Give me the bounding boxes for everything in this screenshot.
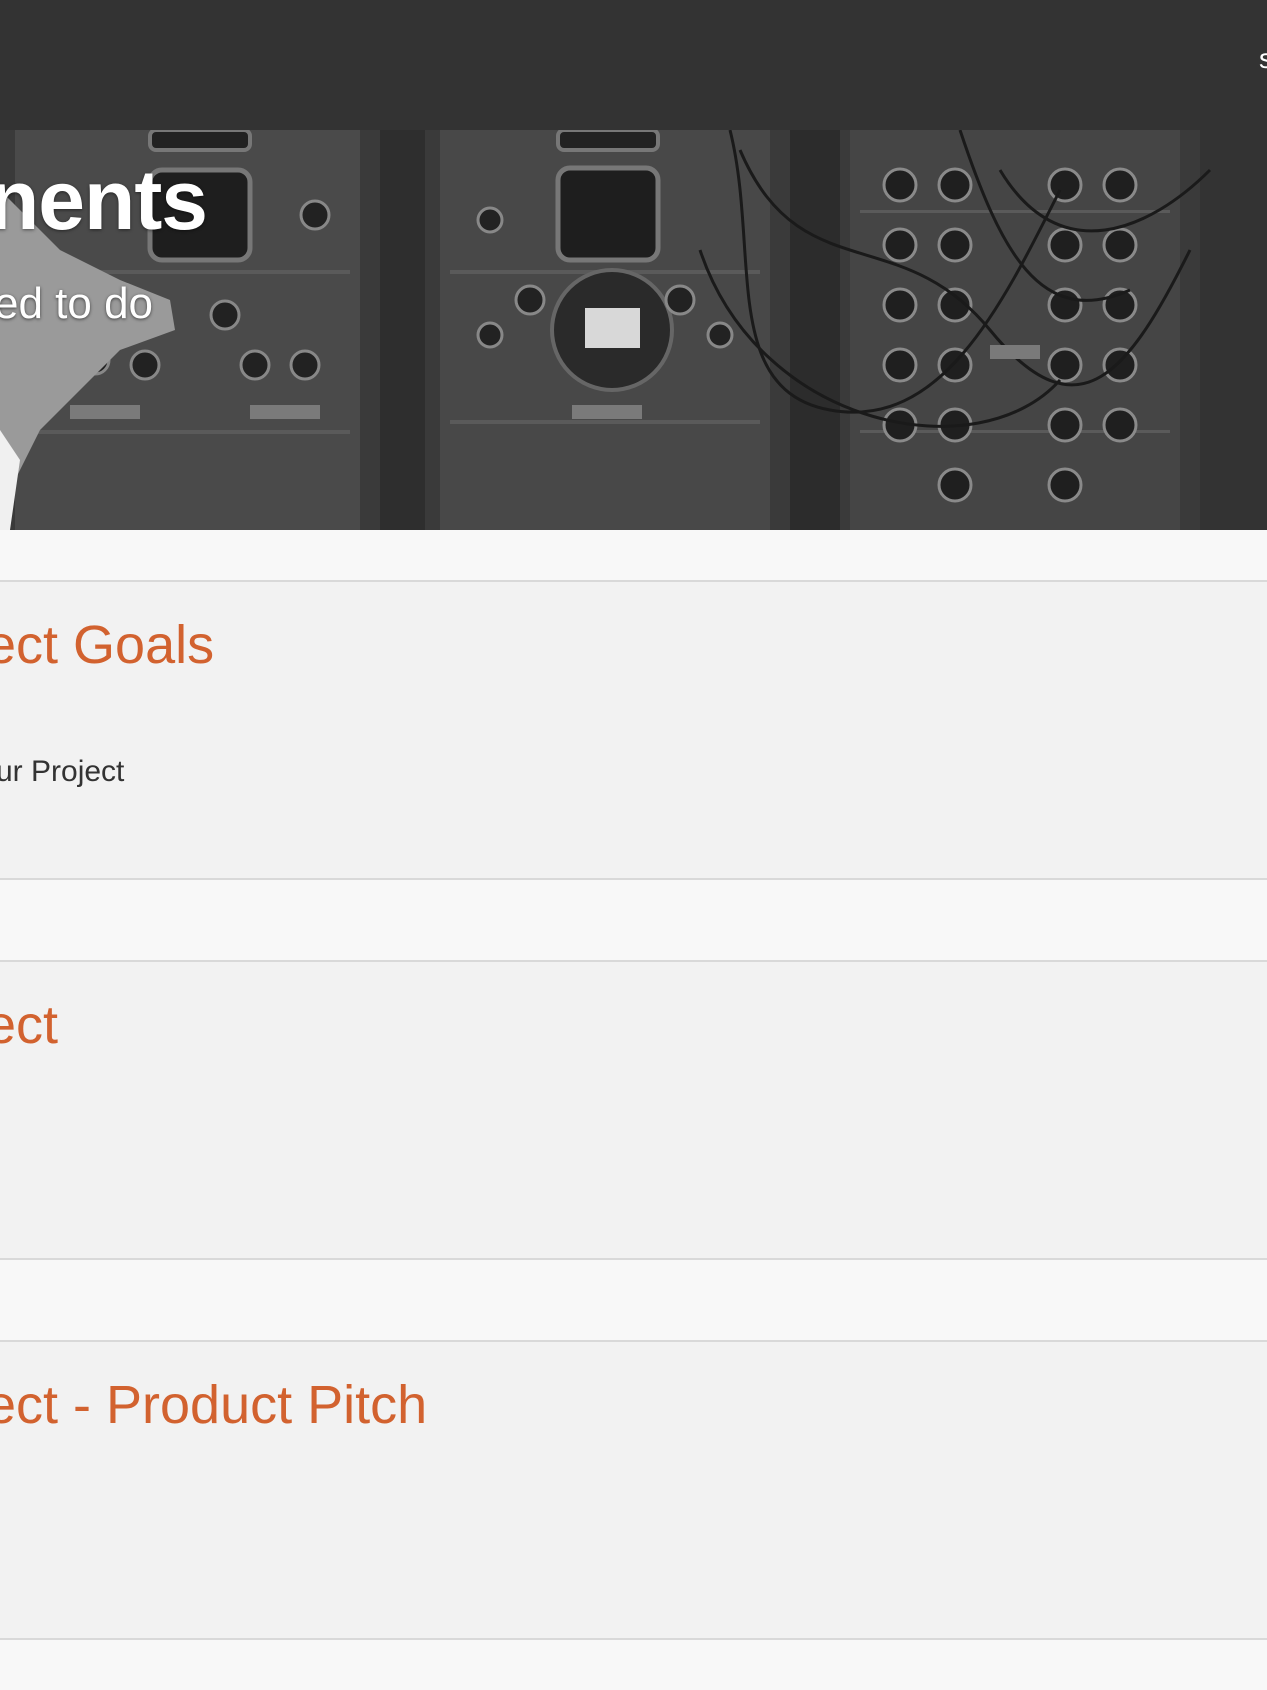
assignment-description: ur Project: [0, 755, 125, 788]
hero-subtitle: ed to do: [0, 279, 154, 328]
section-spacer: [0, 880, 1267, 962]
section-spacer: [0, 530, 1267, 582]
section-spacer: [0, 1640, 1267, 1690]
hero-banner: nents ed to do: [0, 130, 1267, 530]
assignment-title[interactable]: ect Goals: [0, 618, 214, 672]
assignment-card[interactable]: ect Goals ur Project: [0, 582, 1267, 880]
assignment-title[interactable]: ect - Product Pitch: [0, 1378, 427, 1432]
assignment-card[interactable]: ect: [0, 962, 1267, 1260]
nav-link-partial[interactable]: s: [1259, 44, 1267, 74]
assignment-card[interactable]: ect - Product Pitch: [0, 1342, 1267, 1640]
section-spacer: [0, 1260, 1267, 1342]
assignment-title[interactable]: ect: [0, 998, 58, 1052]
hero-title: nents: [0, 153, 208, 247]
top-navigation-bar: s: [0, 0, 1267, 130]
